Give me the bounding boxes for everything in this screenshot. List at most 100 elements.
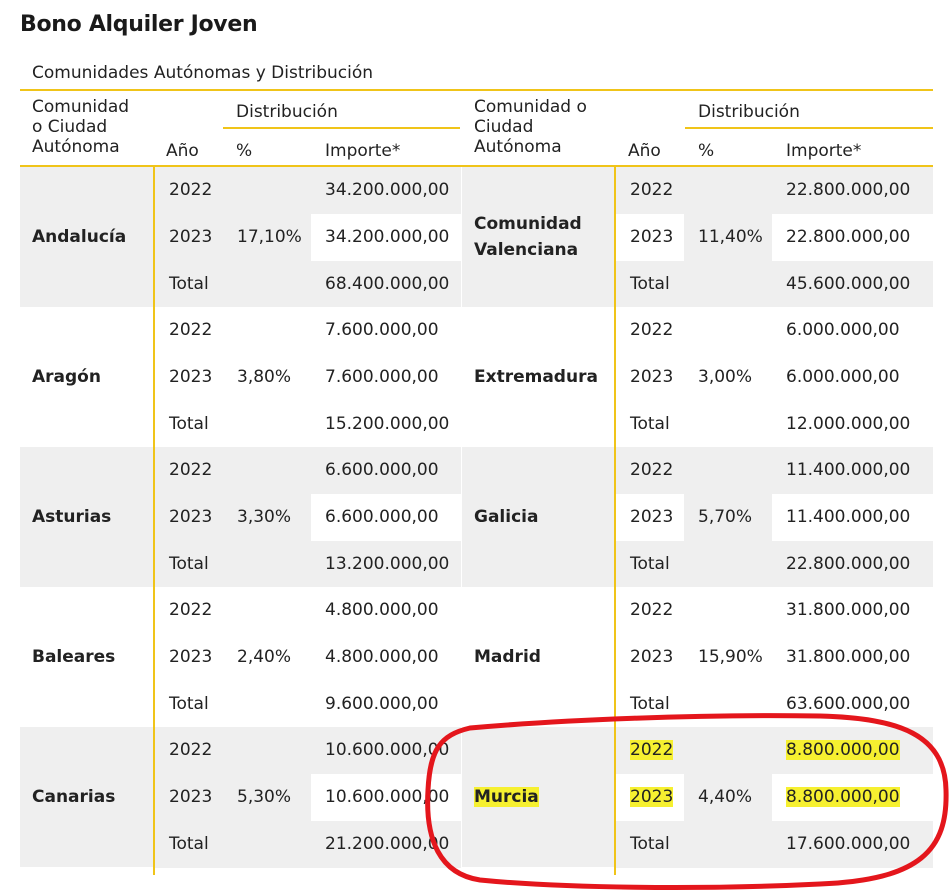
importe-value: 22.800.000,00 [772,541,933,588]
year-label: 2023 [155,634,223,681]
percent-value: 17,10% [223,214,311,261]
header-distribucion-right: Distribución [698,102,800,122]
percent-value [223,447,311,494]
year-label: 2023 [616,634,684,681]
region-name-right-line1: Madrid [474,647,541,667]
percent-value [684,681,772,728]
region-name-right-line1: Extremadura [474,367,598,387]
year-label-text: 2023 [630,507,674,527]
percent-value: 4,40% [684,774,772,821]
percent-value [223,587,311,634]
percent-value [684,307,772,354]
percent-value: 15,90% [684,634,772,681]
region-name-right-line1: Galicia [474,507,539,527]
percent-value: 11,40% [684,214,772,261]
year-label: Total [616,541,684,588]
importe-value-text: 22.800.000,00 [786,554,911,574]
importe-value: 31.800.000,00 [772,634,933,681]
importe-value: 17.600.000,00 [772,821,933,868]
year-label-text: Total [630,414,670,434]
year-label: 2022 [616,727,684,774]
importe-value-text: 8.800.000,00 [786,740,900,760]
importe-value: 6.600.000,00 [311,494,461,541]
importe-value: 7.600.000,00 [311,354,461,401]
percent-value [684,261,772,308]
year-label-text: 2023 [630,367,674,387]
header-pct-left: % [236,141,253,161]
year-label: 2023 [155,774,223,821]
year-label: 2022 [155,727,223,774]
header-anio-left: Año [166,141,199,161]
column-divider-left [153,167,155,875]
importe-value: 13.200.000,00 [311,541,461,588]
importe-value: 15.200.000,00 [311,401,461,448]
importe-value: 7.600.000,00 [311,307,461,354]
year-label-text: 2022 [630,180,674,200]
year-label: 2022 [616,307,684,354]
importe-value: 11.400.000,00 [772,494,933,541]
percent-value: 3,30% [223,494,311,541]
importe-value-text: 6.000.000,00 [786,320,900,340]
year-label: Total [155,821,223,868]
year-label-text: 2023 [630,647,674,667]
percent-value [223,261,311,308]
column-divider-right [614,167,616,875]
importe-value: 6.600.000,00 [311,447,461,494]
year-label: Total [155,401,223,448]
importe-value: 11.400.000,00 [772,447,933,494]
percent-value [223,167,311,214]
year-label: 2023 [155,214,223,261]
year-label: 2023 [155,354,223,401]
percent-value [684,401,772,448]
year-label: 2023 [616,774,684,821]
percent-value [684,447,772,494]
region-name-right: Murcia [462,727,614,867]
region-name-right: Galicia [462,447,614,587]
percent-value: 3,80% [223,354,311,401]
importe-value: 8.800.000,00 [772,727,933,774]
year-label: 2022 [155,447,223,494]
importe-value: 31.800.000,00 [772,587,933,634]
percent-value: 5,30% [223,774,311,821]
importe-value-text: 8.800.000,00 [786,787,900,807]
year-label: 2023 [616,214,684,261]
percent-value [684,541,772,588]
year-label: 2022 [616,587,684,634]
year-label-text: 2022 [630,460,674,480]
importe-value: 34.200.000,00 [311,214,461,261]
percent-value [223,401,311,448]
importe-value: 8.800.000,00 [772,774,933,821]
region-name-right: Extremadura [462,307,614,447]
header-pct-right: % [698,141,715,161]
year-label: Total [616,401,684,448]
header-top-divider [20,89,933,91]
importe-value-text: 6.000.000,00 [786,367,900,387]
year-label: 2023 [155,494,223,541]
importe-value-text: 11.400.000,00 [786,507,911,527]
importe-value: 10.600.000,00 [311,774,461,821]
region-name-left: Aragón [32,367,101,387]
header-comunidad-left: Comunidad o Ciudad Autónoma [32,97,130,157]
region-name-left: Canarias [20,727,153,867]
importe-value: 6.000.000,00 [772,354,933,401]
percent-value [684,821,772,868]
year-label-text: Total [630,554,670,574]
year-label-text: Total [630,274,670,294]
importe-value-text: 17.600.000,00 [786,834,911,854]
year-label: Total [155,261,223,308]
year-label-text: 2022 [630,740,674,760]
region-name-right: Comunidad Valenciana [462,167,614,307]
region-name-left: Andalucía [20,167,153,307]
importe-value: 4.800.000,00 [311,587,461,634]
year-label: 2022 [616,447,684,494]
percent-value [684,587,772,634]
year-label: 2022 [155,307,223,354]
percent-value [223,727,311,774]
header-importe-right: Importe* [786,141,862,161]
year-label-text: 2023 [630,787,674,807]
year-label-text: 2023 [630,227,674,247]
importe-value-text: 12.000.000,00 [786,414,911,434]
year-label: 2023 [616,354,684,401]
percent-value: 3,00% [684,354,772,401]
region-name-right-line2: Valenciana [474,240,579,260]
